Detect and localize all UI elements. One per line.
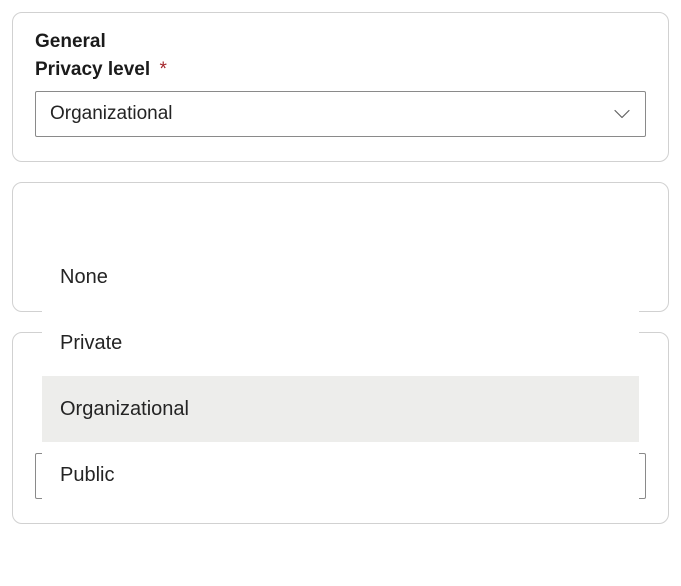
privacy-level-dropdown-listbox[interactable]: None Private Organizational Public [42, 244, 639, 508]
card-title-general: General [35, 31, 646, 53]
privacy-option-organizational[interactable]: Organizational [42, 376, 639, 442]
privacy-level-select-value: Organizational [50, 103, 173, 125]
required-marker: * [159, 59, 166, 80]
privacy-option-public[interactable]: Public [42, 442, 639, 508]
field-label-privacy-level: Privacy level * [35, 59, 646, 81]
chevron-down-icon [613, 105, 631, 123]
field-label-text: Privacy level [35, 59, 150, 80]
settings-card-general: General Privacy level * Organizational [12, 12, 669, 162]
privacy-option-none[interactable]: None [42, 244, 639, 310]
privacy-level-select[interactable]: Organizational [35, 91, 646, 137]
privacy-option-private[interactable]: Private [42, 310, 639, 376]
